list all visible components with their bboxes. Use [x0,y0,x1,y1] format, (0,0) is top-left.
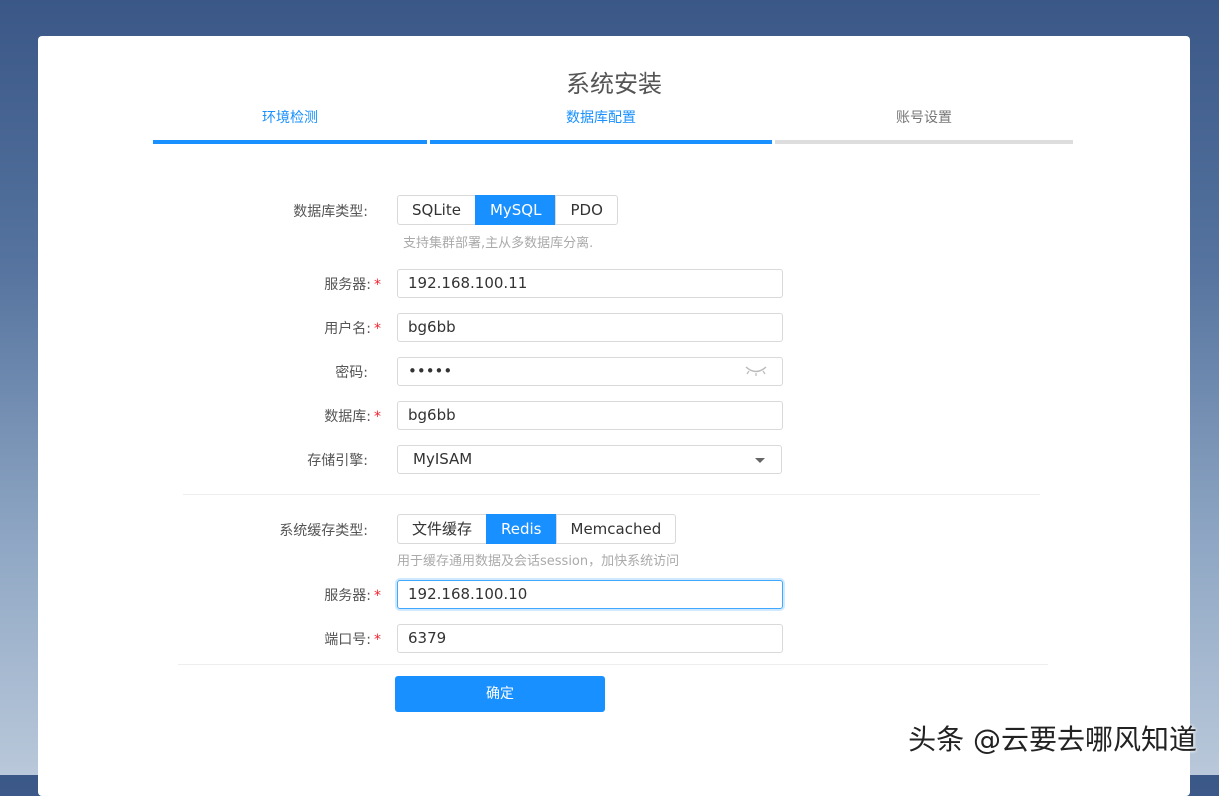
page-title: 系统安装 [566,70,662,98]
cache-type-redis-option[interactable]: Redis [486,514,557,544]
step-db-config: 数据库配置 [430,108,772,144]
db-password-label: 密码: [335,365,368,381]
db-type-label: 数据库类型: [293,204,368,220]
required-marker: * [374,588,381,604]
section-divider [183,494,1040,495]
db-server-label: 服务器: * [181,274,381,294]
chevron-down-icon [755,458,765,463]
db-type-hint: 支持集群部署,主从多数据库分离. [403,236,594,251]
db-type-selector: SQLite MySQL PDO [397,195,618,225]
install-card: 系统安装 环境检测 数据库配置 账号设置 数据库类型: SQLite MySQL… [38,36,1190,796]
step-account: 账号设置 [775,108,1073,144]
db-user-input[interactable]: bg6bb [397,313,783,342]
step-label: 数据库配置 [566,110,636,126]
step-indicator: 环境检测 数据库配置 账号设置 [153,108,1073,144]
db-engine-value: MyISAM [413,450,473,468]
required-marker: * [374,321,381,337]
db-name-label-text: 数据库: [324,409,371,425]
cache-type-label: 系统缓存类型: [279,523,368,539]
cache-port-label-text: 端口号: [324,632,371,648]
cache-server-input[interactable]: 192.168.100.10 [397,580,783,609]
db-engine-label: 存储引擎: [307,453,368,469]
db-engine-select[interactable]: MyISAM [397,445,782,474]
db-server-label-text: 服务器: [324,277,371,293]
db-password-value: ••••• [408,362,453,380]
required-marker: * [374,409,381,425]
required-marker: * [374,277,381,293]
db-user-label: 用户名: * [181,318,381,338]
step-progress-bar [430,140,772,144]
db-server-input[interactable]: 192.168.100.11 [397,269,783,298]
section-divider [178,664,1048,665]
step-env-check: 环境检测 [153,108,427,144]
step-progress-bar [775,140,1073,144]
cache-type-memcached-option[interactable]: Memcached [555,514,677,544]
step-label: 账号设置 [896,110,952,126]
eye-closed-icon[interactable] [744,364,768,378]
cache-server-label-text: 服务器: [324,588,371,604]
cache-port-input[interactable]: 6379 [397,624,783,653]
required-marker: * [374,632,381,648]
confirm-button[interactable]: 确定 [395,676,605,712]
db-user-label-text: 用户名: [324,321,371,337]
db-password-input[interactable]: ••••• [397,357,783,386]
db-name-input[interactable]: bg6bb [397,401,783,430]
cache-server-label: 服务器: * [181,585,381,605]
db-name-label: 数据库: * [181,406,381,426]
watermark-text: 头条 @云要去哪风知道 [908,723,1197,756]
cache-type-file-option[interactable]: 文件缓存 [397,514,488,544]
db-type-pdo-option[interactable]: PDO [555,195,618,225]
step-progress-bar [153,140,427,144]
db-type-mysql-option[interactable]: MySQL [474,195,557,225]
cache-type-selector: 文件缓存 Redis Memcached [397,514,677,544]
step-label: 环境检测 [262,110,318,126]
db-type-sqlite-option[interactable]: SQLite [397,195,476,225]
cache-type-hint: 用于缓存通用数据及会话session，加快系统访问 [397,554,680,569]
cache-port-label: 端口号: * [181,629,381,649]
